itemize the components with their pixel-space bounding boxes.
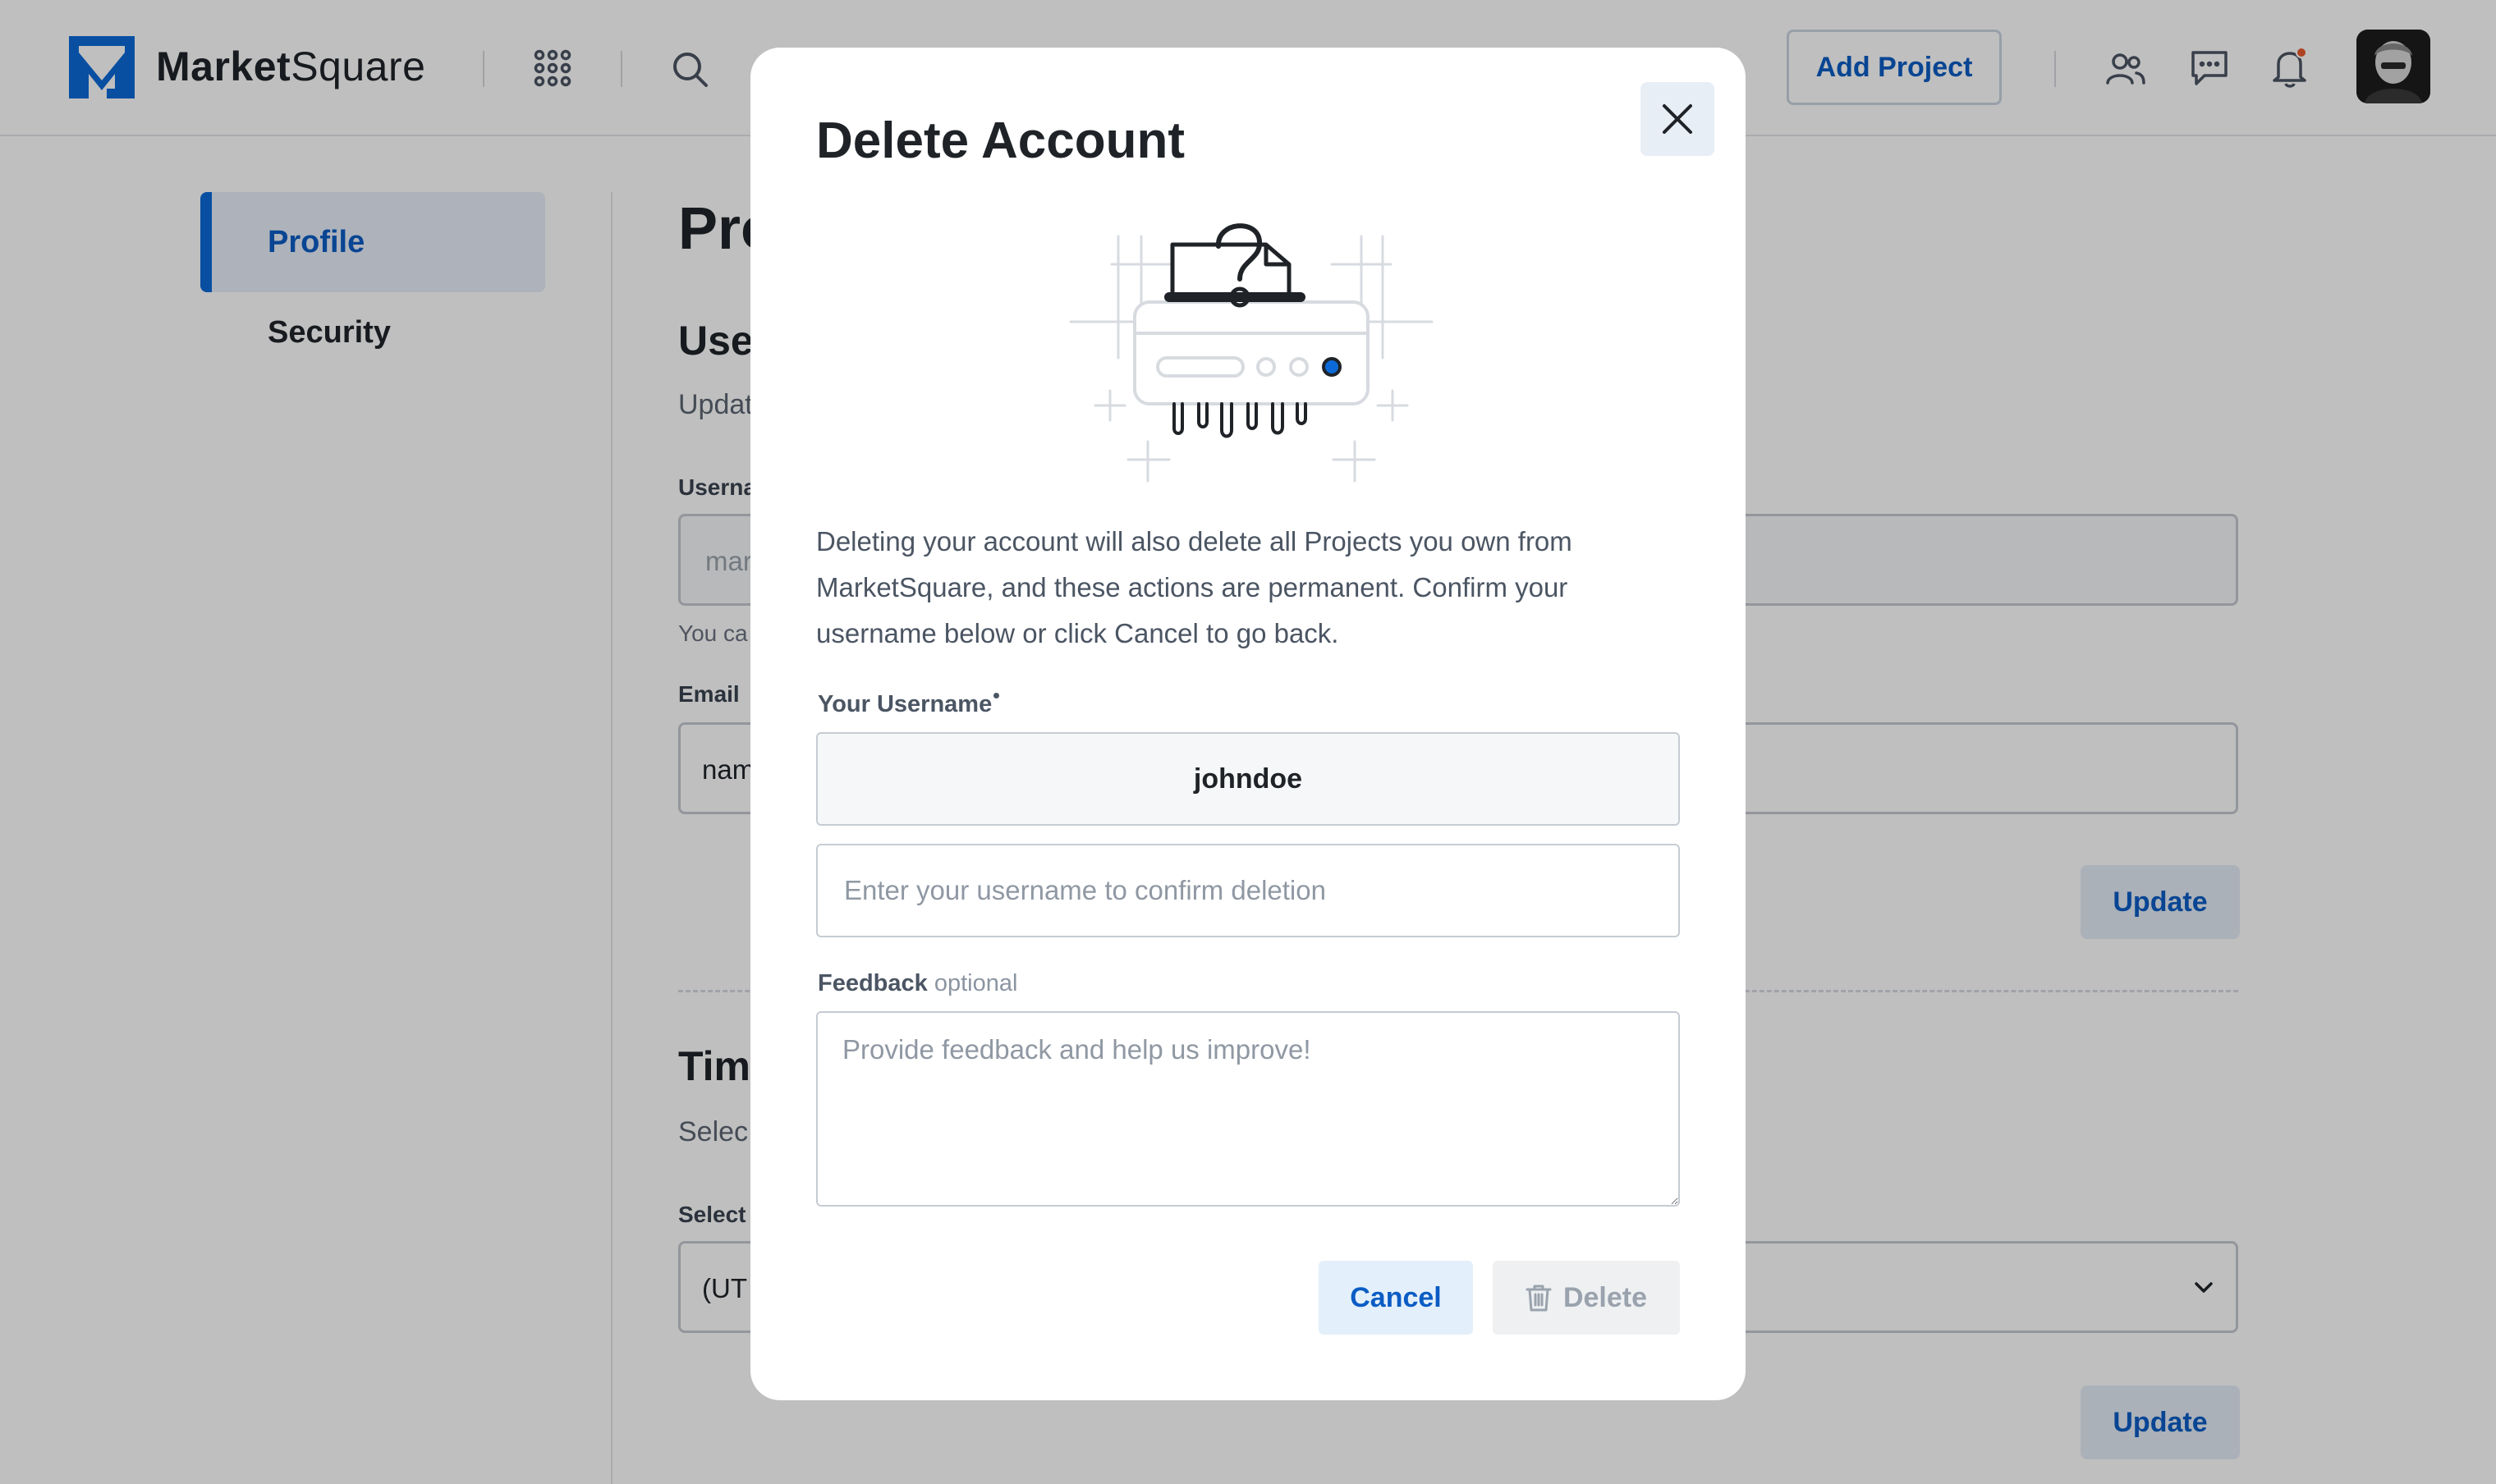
- required-indicator-icon: [993, 693, 1000, 698]
- confirm-username-input[interactable]: [816, 844, 1680, 937]
- delete-button[interactable]: Delete: [1493, 1261, 1680, 1335]
- delete-button-label: Delete: [1562, 1281, 1648, 1313]
- your-username-label: Your Username: [818, 691, 1000, 718]
- cancel-button[interactable]: Cancel: [1319, 1261, 1473, 1335]
- close-button[interactable]: [1640, 82, 1714, 156]
- close-icon: [1663, 104, 1692, 134]
- username-display: johndoe: [816, 732, 1680, 826]
- trash-icon: [1526, 1285, 1552, 1312]
- modal-title: Delete Account: [816, 112, 1186, 169]
- shredder-question-illustration-icon: [1069, 223, 1434, 483]
- delete-account-modal: Delete Account Deleting your account wil: [750, 48, 1746, 1400]
- feedback-textarea[interactable]: [816, 1011, 1680, 1207]
- modal-description: Deleting your account will also delete a…: [816, 526, 1572, 648]
- feedback-label: Feedback optional: [818, 970, 1018, 996]
